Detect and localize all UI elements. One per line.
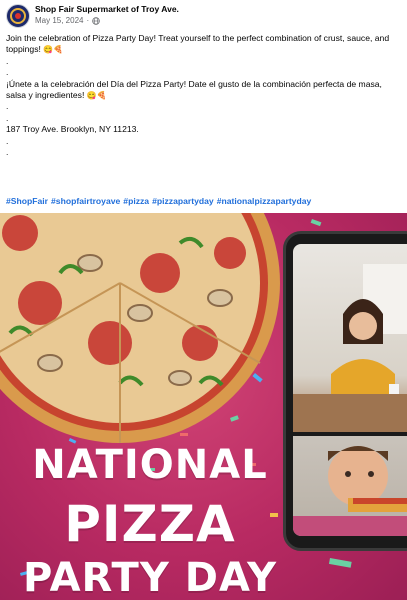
- hashtag-link[interactable]: #ShopFair: [6, 196, 48, 206]
- globe-icon: [92, 16, 100, 25]
- post-text: Join the celebration of Pizza Party Day!…: [6, 33, 404, 158]
- post-header: Shop Fair Supermarket of Troy Ave. May 1…: [0, 0, 407, 32]
- promo-image[interactable]: NATIONAL PIZZA PARTY DAY: [0, 213, 407, 600]
- hashtags: #ShopFair #shopfairtroyave #pizza #pizzapar…: [6, 196, 314, 206]
- post-text-line: salsa y ingredientes! 😋🍕: [6, 90, 404, 101]
- post-text-content: .: [6, 147, 9, 158]
- meta-separator: ·: [86, 16, 90, 25]
- pizza-graphic: [0, 213, 280, 443]
- video-call-child: [293, 436, 407, 536]
- post-text-content: .: [6, 101, 9, 112]
- emoji: 😋🍕: [43, 45, 64, 55]
- promo-title-line3: PARTY DAY: [22, 555, 278, 600]
- hashtag-link[interactable]: #pizzapartyday: [152, 196, 214, 206]
- post-text-content: toppings!: [6, 44, 44, 55]
- post-text-line: toppings! 😋🍕: [6, 44, 404, 55]
- video-call-woman: [293, 244, 407, 432]
- promo-title-line1: NATIONAL: [32, 442, 268, 488]
- phone-mockup: [283, 231, 407, 551]
- post-text-line: .: [6, 56, 404, 67]
- page-avatar[interactable]: [6, 4, 30, 28]
- post-text-line: .: [6, 136, 404, 147]
- post-text-content: .: [6, 135, 9, 146]
- post-text-content: .: [6, 112, 9, 123]
- post-text-content: Join the celebration of Pizza Party Day!…: [6, 33, 390, 43]
- post-text-content: .: [6, 55, 9, 66]
- post-text-line: .: [6, 67, 404, 78]
- post-text-content: .: [6, 67, 9, 78]
- emoji: 😋🍕: [86, 91, 107, 101]
- post-date[interactable]: May 15, 2024: [35, 16, 83, 25]
- post-text-line: Join the celebration of Pizza Party Day!…: [6, 33, 404, 44]
- post-text-content: 187 Troy Ave. Brooklyn, NY 11213.: [6, 124, 139, 135]
- post-text-line: .: [6, 113, 404, 124]
- post-text-line: 187 Troy Ave. Brooklyn, NY 11213.: [6, 124, 404, 135]
- post-text-line: .: [6, 101, 404, 112]
- post-text-line: ¡Únete a la celebración del Día del Pizz…: [6, 79, 404, 90]
- page-name-link[interactable]: Shop Fair Supermarket of Troy Ave.: [35, 4, 179, 14]
- post-text-content: salsa y ingredientes!: [6, 90, 87, 101]
- promo-title-line2: PIZZA: [64, 495, 236, 553]
- hashtag-link[interactable]: #pizza: [123, 196, 149, 206]
- post-text-content: ¡Únete a la celebración del Día del Pizz…: [6, 78, 382, 89]
- hashtag-link[interactable]: #nationalpizzapartyday: [217, 196, 312, 206]
- post-meta: May 15, 2024 ·: [35, 16, 100, 25]
- post-text-line: .: [6, 147, 404, 158]
- hashtag-link[interactable]: #shopfairtroyave: [51, 196, 120, 206]
